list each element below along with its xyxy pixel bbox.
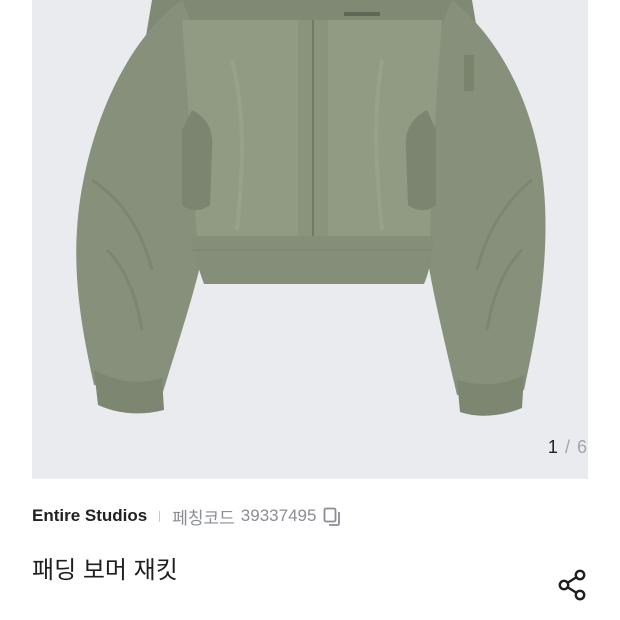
copy-icon	[324, 507, 341, 526]
share-icon	[558, 569, 586, 601]
image-counter: 1 / 6	[548, 437, 588, 458]
copy-code-button[interactable]	[322, 505, 344, 527]
product-code-label: 페칭코드	[172, 508, 235, 528]
brand-link[interactable]: Entire Studios	[32, 506, 147, 526]
image-counter-current: 1	[547, 437, 559, 457]
product-image	[76, 0, 546, 416]
image-counter-total: 6	[576, 437, 588, 457]
product-code-value: 39337495	[240, 506, 317, 525]
product-title: 패딩 보머 재킷	[32, 557, 178, 584]
product-meta-row: Entire Studios 페칭코드 39337495	[32, 504, 344, 528]
meta-divider	[159, 510, 161, 522]
share-button[interactable]	[555, 567, 591, 603]
image-counter-separator: /	[564, 437, 571, 457]
product-image-gallery[interactable]: 1 / 6	[32, 0, 588, 479]
